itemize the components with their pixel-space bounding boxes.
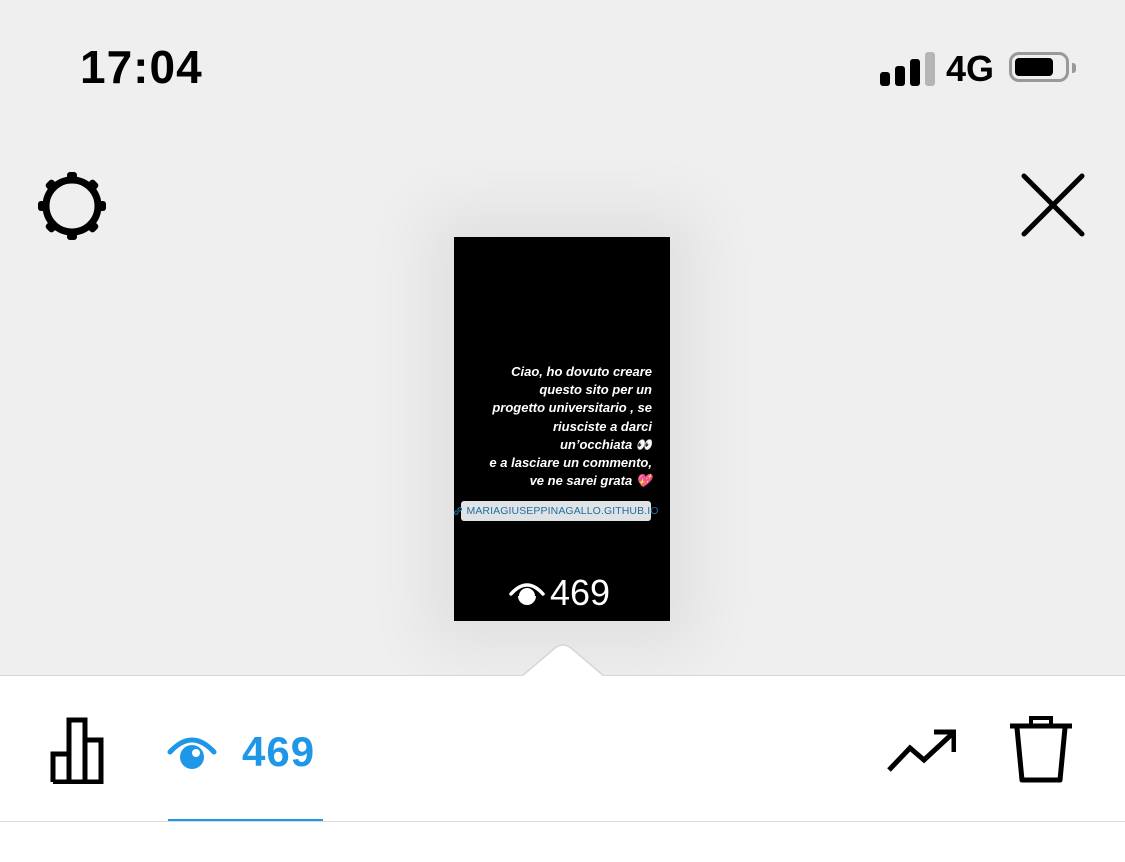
bar-chart-icon bbox=[50, 717, 104, 785]
viewers-count: 469 bbox=[242, 728, 316, 775]
viewers-tab[interactable]: 469 bbox=[166, 722, 315, 782]
link-sticker[interactable]: MARIAGIUSEPPINAGALLO.GITHUB.IO bbox=[454, 501, 658, 521]
trending-up-icon bbox=[887, 729, 957, 772]
story-view-number: 469 bbox=[550, 572, 611, 613]
story-caption: Ciao, ho dovuto creare questo sito per u… bbox=[489, 364, 652, 489]
story-view-count: 469 bbox=[508, 572, 611, 613]
bottom-divider bbox=[0, 821, 1125, 822]
selected-story-pointer bbox=[522, 644, 604, 678]
insights-tab[interactable] bbox=[50, 716, 118, 785]
promote-button[interactable] bbox=[886, 726, 957, 776]
link-icon bbox=[454, 507, 463, 515]
close-icon bbox=[1021, 173, 1085, 237]
delete-button[interactable] bbox=[1008, 714, 1074, 784]
status-bar: 17:04 4G bbox=[0, 0, 1125, 130]
eye-icon bbox=[167, 737, 217, 769]
clock-time: 17:04 bbox=[80, 41, 203, 93]
eye-icon bbox=[509, 583, 545, 605]
settings-button[interactable] bbox=[36, 170, 108, 242]
trash-icon bbox=[1010, 716, 1072, 783]
link-sticker-label: MARIAGIUSEPPINAGALLO.GITHUB.IO bbox=[466, 505, 659, 517]
battery-icon bbox=[1009, 52, 1076, 86]
signal-strength-icon bbox=[880, 52, 936, 86]
close-button[interactable] bbox=[1018, 170, 1088, 240]
gear-icon bbox=[38, 172, 106, 240]
network-type: 4G bbox=[946, 48, 995, 89]
story-preview[interactable]: Ciao, ho dovuto creare questo sito per u… bbox=[454, 237, 670, 621]
